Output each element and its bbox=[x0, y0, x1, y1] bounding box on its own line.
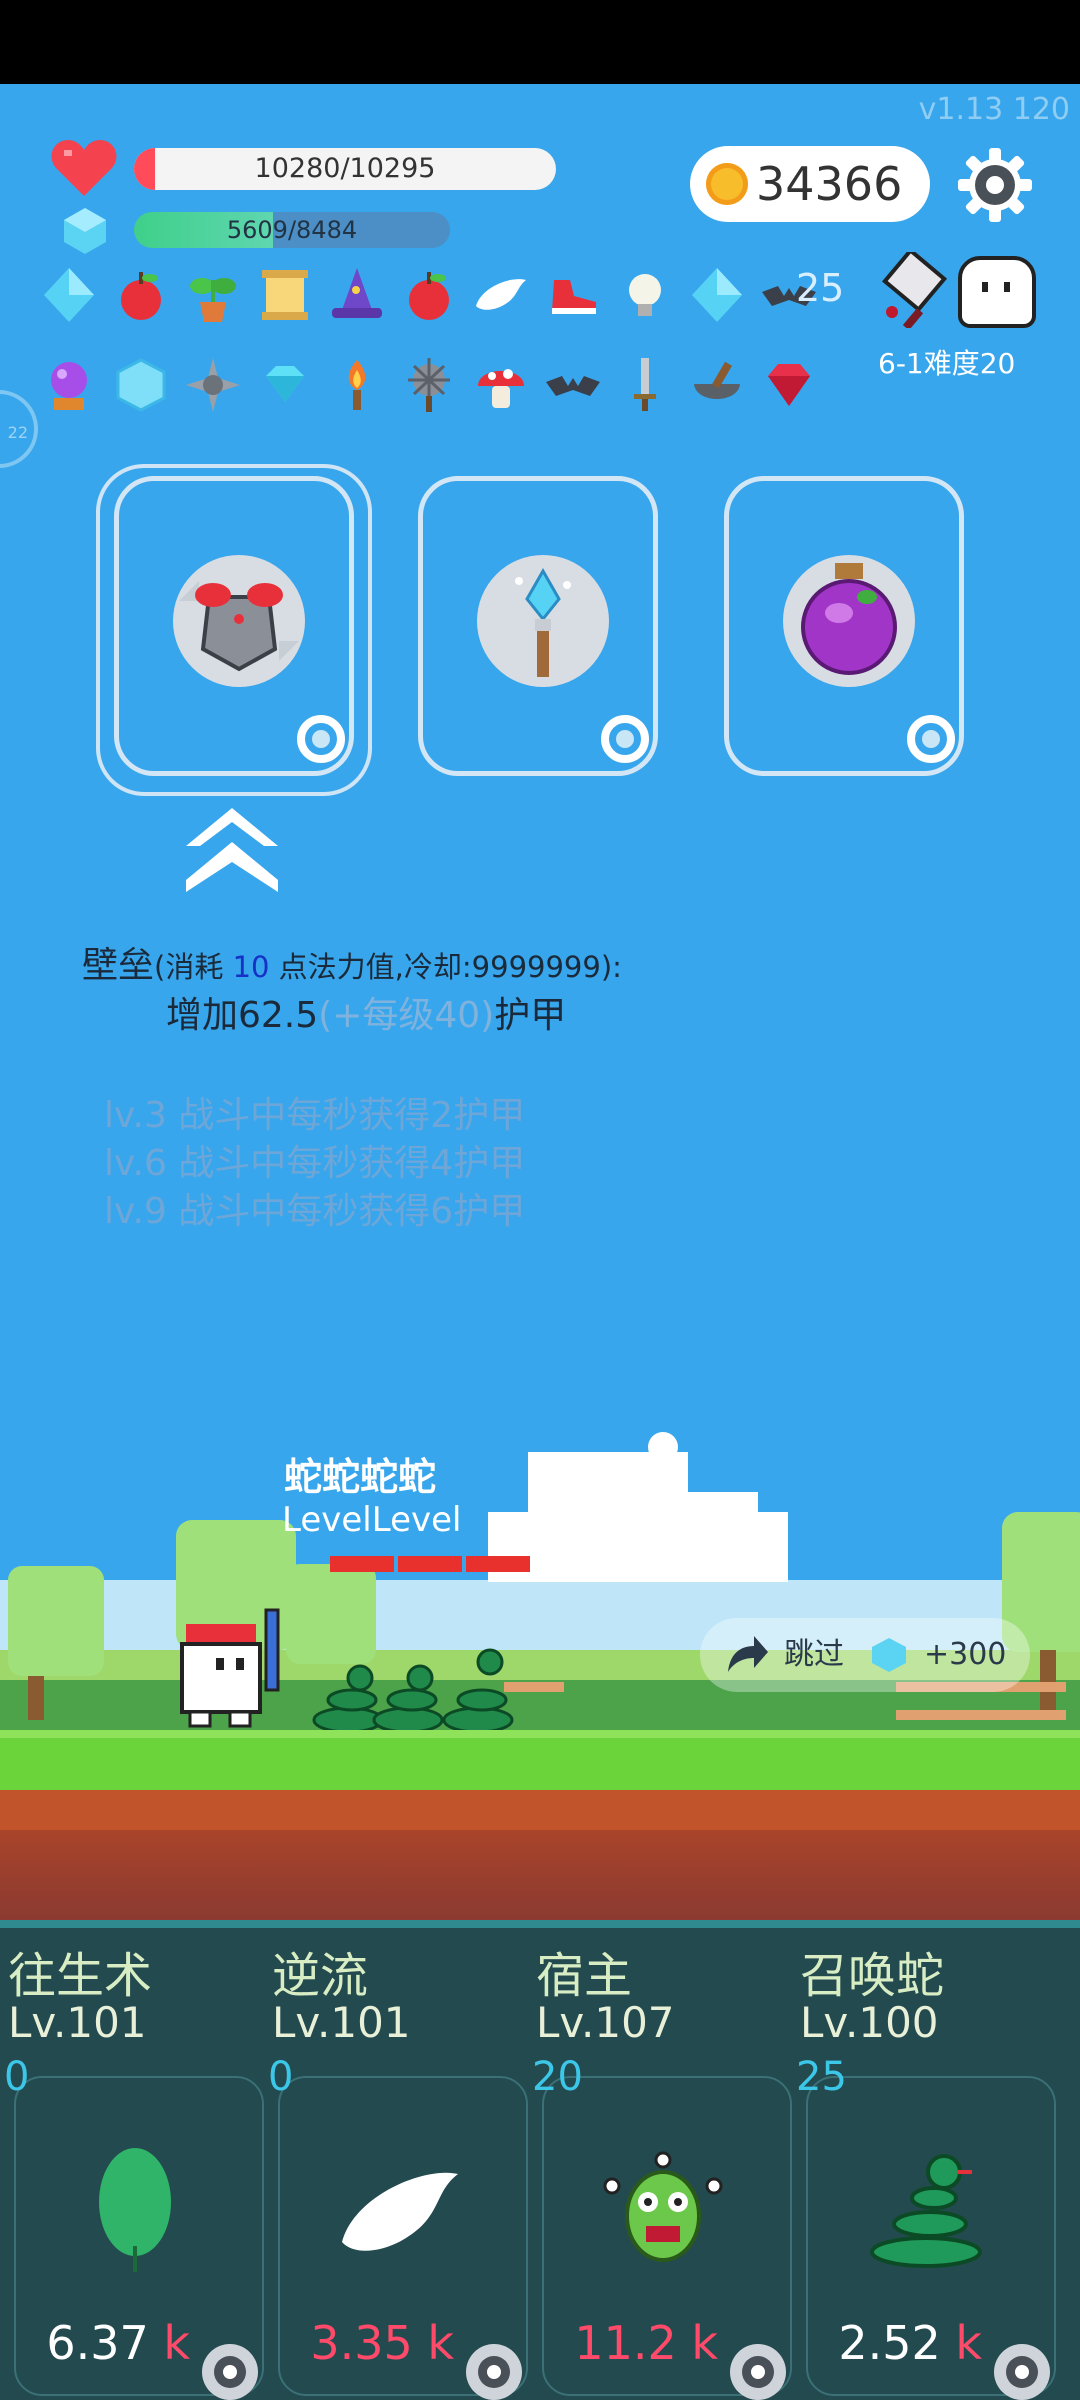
diamond-icon[interactable] bbox=[686, 264, 748, 326]
small-diamond-icon[interactable] bbox=[254, 354, 316, 416]
dirt-ground bbox=[0, 1790, 1080, 1920]
skip-button[interactable]: 跳过 +300 bbox=[700, 1618, 1030, 1692]
heart-icon bbox=[51, 140, 117, 196]
coin-amount: 34366 bbox=[756, 157, 903, 211]
leaf-icon bbox=[99, 2148, 171, 2272]
skill-name: 往生术 bbox=[8, 1948, 153, 2004]
coin-icon bbox=[706, 163, 748, 205]
apple-icon[interactable] bbox=[398, 264, 460, 326]
crystal-ball-icon[interactable] bbox=[38, 354, 100, 416]
panel-border bbox=[0, 1920, 1080, 1928]
skill-upgrade-price: 6.37 k bbox=[46, 2316, 190, 2370]
skill-name: 宿主 bbox=[536, 1948, 633, 2004]
skill-level: Lv.100 bbox=[800, 1998, 939, 2047]
gear-icon[interactable] bbox=[956, 146, 1034, 224]
game-screen: v1.13 120 10280/10295 5609/8484 34366 25… bbox=[0, 0, 1080, 2400]
upgrade-gear-icon[interactable] bbox=[990, 2340, 1054, 2400]
level-bonus: lv.6 战斗中每秒获得4护甲 bbox=[104, 1143, 526, 1184]
mana-gem-icon bbox=[64, 208, 106, 254]
skill-slot[interactable]: 召唤蛇 Lv.100 25 2.52 k bbox=[792, 1936, 1062, 2400]
skill-level: Lv.101 bbox=[272, 1998, 411, 2047]
upgrade-gear-icon[interactable] bbox=[198, 2340, 262, 2400]
scroll-icon[interactable] bbox=[254, 264, 316, 326]
refresh-icon[interactable] bbox=[597, 711, 653, 767]
mortar-pestle-icon[interactable] bbox=[686, 354, 748, 416]
potion-icon bbox=[783, 555, 915, 687]
skill-name: 逆流 bbox=[272, 1948, 369, 2004]
wizard-hat-icon[interactable] bbox=[326, 264, 388, 326]
red-shoe-icon[interactable] bbox=[542, 264, 604, 326]
skill-description-header: 壁垒(消耗 10 点法力值,冷却:9999999): bbox=[82, 945, 622, 986]
upgrade-arrows-icon[interactable] bbox=[182, 806, 282, 896]
armor-icon bbox=[173, 555, 305, 687]
hp-text: 10280/10295 bbox=[254, 153, 436, 184]
light-bulb-icon[interactable] bbox=[614, 264, 676, 326]
mp-text: 5609/8484 bbox=[226, 216, 358, 244]
upgrade-gear-icon[interactable] bbox=[462, 2340, 526, 2400]
sword-icon[interactable] bbox=[614, 354, 676, 416]
snake-icon bbox=[870, 2154, 982, 2268]
skill-level: Lv.107 bbox=[536, 1998, 675, 2047]
skill-card-potion[interactable] bbox=[724, 476, 964, 776]
monster-icon bbox=[603, 2151, 723, 2262]
upgrade-gear-icon[interactable] bbox=[726, 2340, 790, 2400]
plant-pot-icon[interactable] bbox=[182, 264, 244, 326]
bat-icon[interactable] bbox=[542, 354, 604, 416]
skill-card-armor[interactable] bbox=[114, 476, 354, 776]
wing-icon[interactable] bbox=[470, 264, 532, 326]
hero-sprite bbox=[180, 1608, 280, 1728]
inventory-row-2 bbox=[38, 354, 820, 416]
skill-upgrade-price: 11.2 k bbox=[574, 2316, 718, 2370]
skill-slot[interactable]: 往生术 Lv.101 0 6.37 k bbox=[0, 1936, 270, 2400]
spiked-club-icon[interactable] bbox=[398, 354, 460, 416]
status-bar bbox=[0, 0, 1080, 84]
skill-name: 召唤蛇 bbox=[800, 1948, 945, 2004]
snake-enemies bbox=[312, 1648, 514, 1734]
version-label: v1.13 120 bbox=[918, 92, 1070, 127]
stage-difficulty: 6-1难度20 bbox=[878, 347, 1016, 380]
hp-bar: 10280/10295 bbox=[134, 148, 556, 190]
item-count: 25 bbox=[796, 266, 845, 310]
skill-level: Lv.101 bbox=[8, 1998, 147, 2047]
cleaver-icon[interactable] bbox=[876, 252, 952, 328]
level-bonus: lv.3 战斗中每秒获得2护甲 bbox=[104, 1095, 526, 1136]
inventory-row-1 bbox=[38, 264, 820, 326]
skill-upgrade-price: 2.52 k bbox=[838, 2316, 982, 2370]
torch-icon[interactable] bbox=[326, 354, 388, 416]
skill-upgrade-price: 3.35 k bbox=[310, 2316, 454, 2370]
wing-icon bbox=[342, 2172, 458, 2251]
cloud bbox=[488, 1432, 788, 1582]
skill-card-wand[interactable] bbox=[418, 476, 658, 776]
skill-mana-cost: 25 bbox=[796, 2054, 847, 2100]
gem-icon bbox=[872, 1638, 906, 1672]
ghost-icon[interactable] bbox=[958, 256, 1036, 328]
skill-slot[interactable]: 逆流 Lv.101 0 3.35 k bbox=[264, 1936, 534, 2400]
spiked-mine-icon[interactable] bbox=[182, 354, 244, 416]
ruby-icon[interactable] bbox=[758, 354, 820, 416]
level-bonus: lv.9 战斗中每秒获得6护甲 bbox=[104, 1191, 526, 1232]
coin-counter[interactable]: 34366 bbox=[690, 146, 930, 222]
skip-reward: +300 bbox=[924, 1637, 1007, 1672]
mp-bar: 5609/8484 bbox=[134, 212, 450, 248]
grass-ground bbox=[0, 1730, 1080, 1798]
mushroom-icon[interactable] bbox=[470, 354, 532, 416]
skill-slot[interactable]: 宿主 Lv.107 20 11.2 k bbox=[528, 1936, 798, 2400]
ice-cube-icon[interactable] bbox=[110, 354, 172, 416]
enemy-name: 蛇蛇蛇蛇 bbox=[284, 1455, 437, 1499]
enemy-hp-bar bbox=[330, 1556, 530, 1572]
skill-mana-cost: 0 bbox=[4, 2054, 30, 2100]
apple-icon[interactable] bbox=[110, 264, 172, 326]
diamond-icon[interactable] bbox=[38, 264, 100, 326]
side-tab[interactable]: 22 bbox=[0, 390, 38, 468]
refresh-icon[interactable] bbox=[293, 711, 349, 767]
share-arrow-icon bbox=[728, 1636, 768, 1672]
skill-effect: 增加62.5(+每级40)护甲 bbox=[166, 995, 567, 1036]
wand-icon bbox=[477, 555, 609, 687]
refresh-icon[interactable] bbox=[903, 711, 959, 767]
skill-mana-cost: 20 bbox=[532, 2054, 583, 2100]
enemy-level: LevelLevel bbox=[282, 1500, 462, 1540]
skill-mana-cost: 0 bbox=[268, 2054, 294, 2100]
skip-label: 跳过 bbox=[784, 1637, 844, 1672]
